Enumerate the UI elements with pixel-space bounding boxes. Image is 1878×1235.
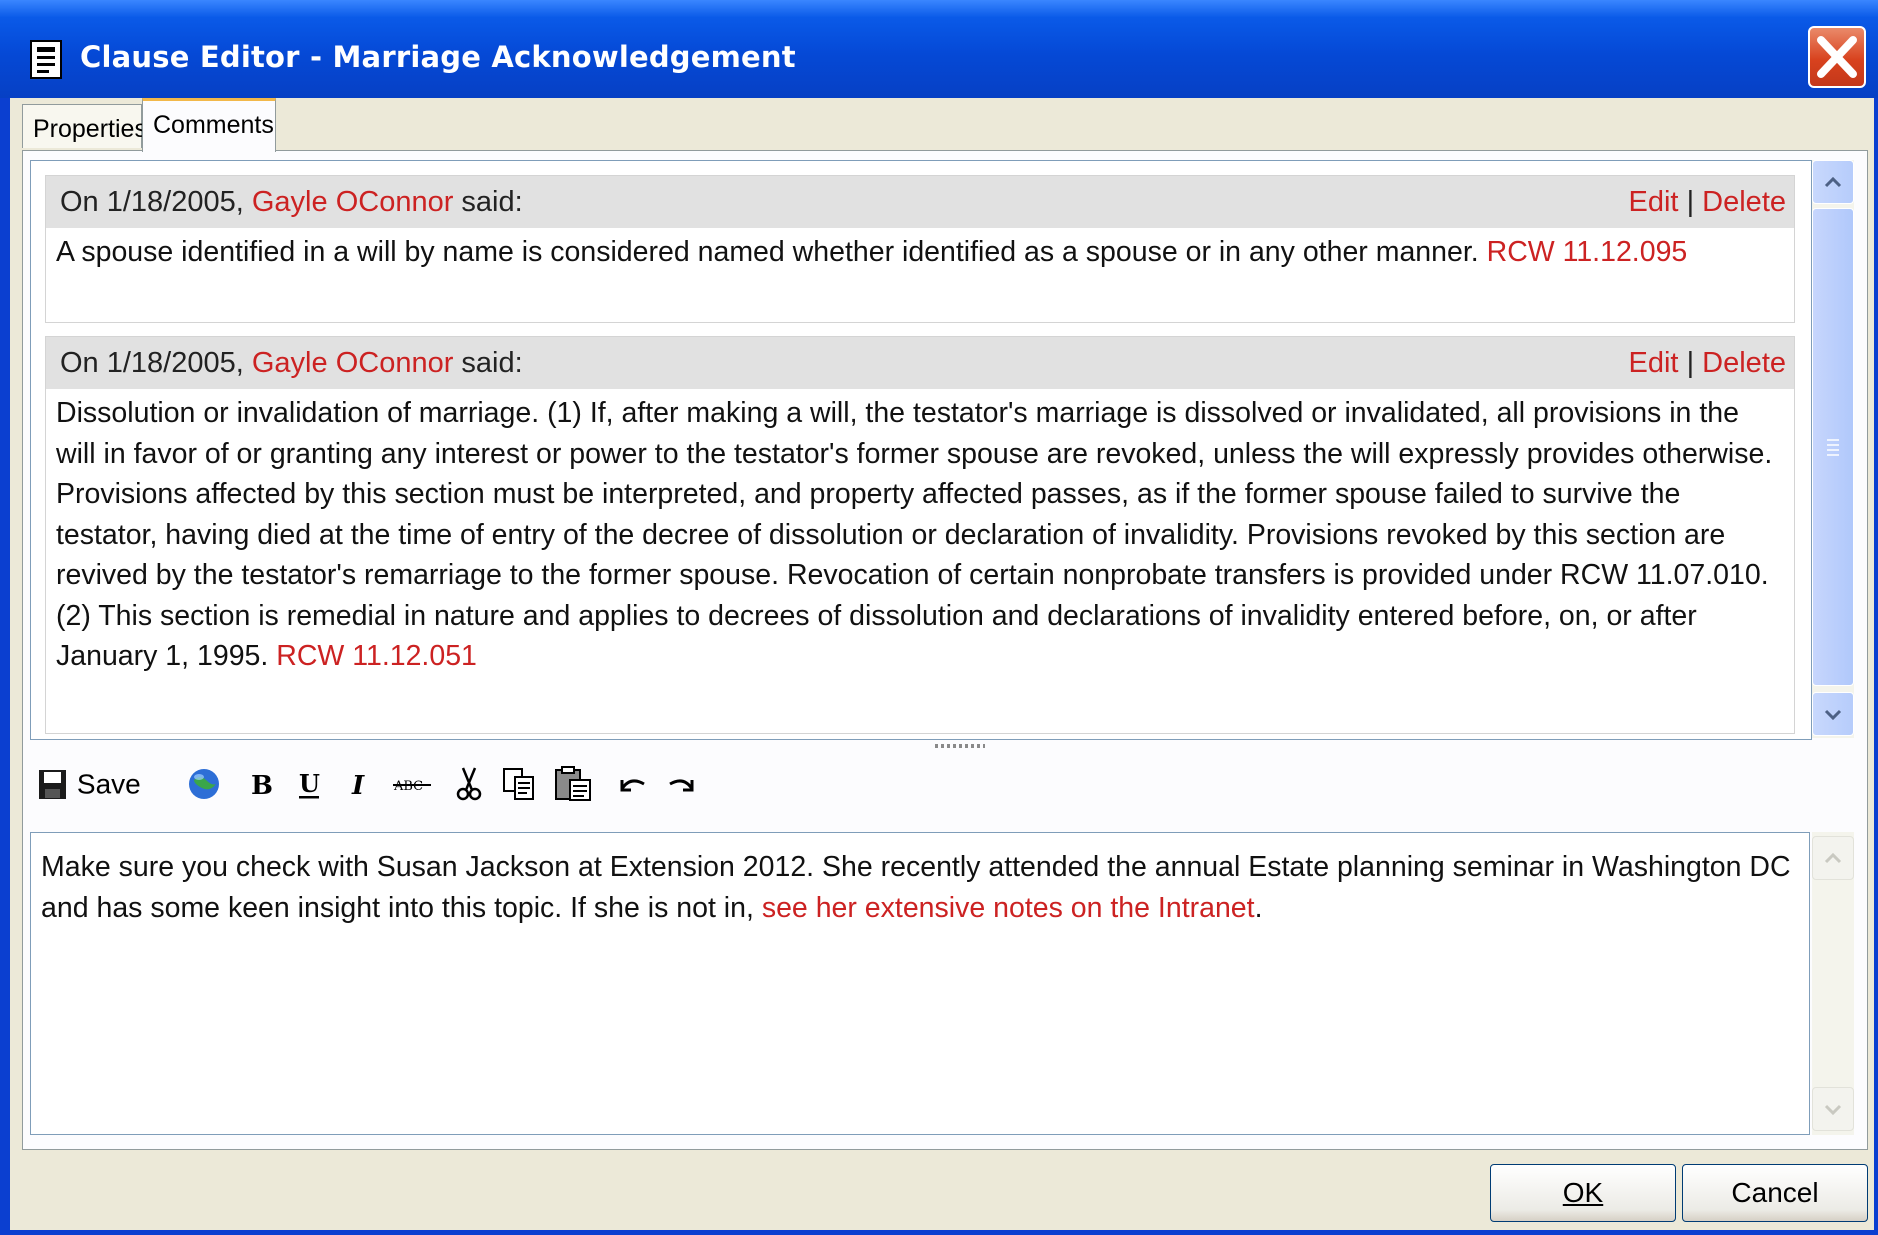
rcw-reference-link[interactable]: RCW 11.12.051 xyxy=(276,640,477,672)
comment-meta: On 1/18/2005, Gayle OConnor said: xyxy=(60,186,523,219)
splitter-grip[interactable] xyxy=(935,744,985,748)
scroll-thumb[interactable] xyxy=(1812,208,1854,686)
comment-item: On 1/18/2005, Gayle OConnor said: Edit |… xyxy=(45,175,1795,323)
save-button[interactable]: Save xyxy=(38,766,148,802)
comment-editor[interactable]: Make sure you check with Susan Jackson a… xyxy=(30,832,1810,1135)
comment-text-body: Dissolution or invalidation of marriage.… xyxy=(56,397,1773,672)
document-icon xyxy=(30,40,62,79)
chevron-up-icon xyxy=(1824,852,1842,864)
comment-date-prefix: On 1/18/2005, xyxy=(60,347,252,379)
scroll-down-button[interactable] xyxy=(1812,692,1854,736)
svg-text:I: I xyxy=(351,771,365,801)
comment-author-link[interactable]: Gayle OConnor xyxy=(252,347,454,379)
editor-scrollbar[interactable] xyxy=(1812,832,1854,1135)
strikethrough-button[interactable]: ABC xyxy=(392,766,432,802)
scroll-up-button[interactable] xyxy=(1812,160,1854,204)
editor-toolbar: Save B U I ABC xyxy=(30,760,1854,810)
redo-icon xyxy=(669,779,694,792)
paste-button[interactable] xyxy=(554,766,594,802)
edit-link[interactable]: Edit xyxy=(1629,347,1679,379)
tab-strip: Properties Comments xyxy=(22,98,1878,154)
chevron-down-icon xyxy=(1824,709,1842,721)
comment-actions: Edit | Delete xyxy=(1629,186,1786,219)
underline-icon: U xyxy=(299,769,320,799)
delete-link[interactable]: Delete xyxy=(1702,186,1786,218)
svg-text:B: B xyxy=(251,771,273,801)
comment-meta: On 1/18/2005, Gayle OConnor said: xyxy=(60,347,523,380)
intranet-notes-link[interactable]: see her extensive notes on the Intranet xyxy=(762,892,1255,924)
ok-label: OK xyxy=(1562,1177,1604,1208)
dialog-window: Clause Editor - Marriage Acknowledgement… xyxy=(0,0,1878,1235)
bold-button[interactable]: B xyxy=(248,766,276,802)
rcw-reference-link[interactable]: RCW 11.12.095 xyxy=(1487,236,1688,268)
chevron-down-icon xyxy=(1824,1104,1842,1116)
comment-header: On 1/18/2005, Gayle OConnor said: Edit |… xyxy=(46,176,1794,228)
copy-button[interactable] xyxy=(502,766,536,802)
comment-author-link[interactable]: Gayle OConnor xyxy=(252,186,454,218)
comment-text-body: A spouse identified in a will by name is… xyxy=(56,236,1479,268)
globe-link-icon xyxy=(189,769,219,799)
comments-scrollbar[interactable] xyxy=(1812,160,1854,738)
italic-icon: I xyxy=(351,771,365,801)
comments-list[interactable]: On 1/18/2005, Gayle OConnor said: Edit |… xyxy=(30,160,1812,740)
undo-icon xyxy=(620,779,645,792)
action-separator: | xyxy=(1686,186,1695,218)
redo-button[interactable] xyxy=(664,766,698,802)
insert-link-button[interactable] xyxy=(186,766,222,802)
tab-properties[interactable]: Properties xyxy=(22,104,147,148)
cut-icon xyxy=(456,767,482,801)
save-icon xyxy=(39,769,66,799)
close-icon xyxy=(1817,36,1857,78)
svg-text:U: U xyxy=(299,769,320,798)
strikethrough-icon: ABC xyxy=(393,779,431,794)
copy-icon xyxy=(503,768,534,800)
pane-splitter[interactable] xyxy=(30,738,1854,758)
paste-icon xyxy=(555,766,591,801)
comment-text: Dissolution or invalidation of marriage.… xyxy=(46,389,1794,683)
window-title: Clause Editor - Marriage Acknowledgement xyxy=(80,40,796,74)
tab-comments[interactable]: Comments xyxy=(142,98,276,152)
chevron-up-icon xyxy=(1824,176,1842,188)
comment-actions: Edit | Delete xyxy=(1629,347,1786,380)
comment-date-prefix: On 1/18/2005, xyxy=(60,186,252,218)
comment-said-suffix: said: xyxy=(453,347,523,379)
editor-scroll-down-button[interactable] xyxy=(1812,1087,1854,1131)
grip-icon xyxy=(1827,439,1839,456)
underline-button[interactable]: U xyxy=(296,766,324,802)
bold-icon: B xyxy=(251,771,273,801)
svg-text:ABC: ABC xyxy=(393,779,423,794)
comment-said-suffix: said: xyxy=(453,186,523,218)
cancel-label: Cancel xyxy=(1731,1177,1819,1208)
italic-button[interactable]: I xyxy=(348,766,376,802)
ok-button[interactable]: OK xyxy=(1490,1164,1676,1222)
delete-link[interactable]: Delete xyxy=(1702,347,1786,379)
action-separator: | xyxy=(1686,347,1695,379)
undo-button[interactable] xyxy=(616,766,650,802)
close-button[interactable] xyxy=(1808,26,1866,88)
comment-text: A spouse identified in a will by name is… xyxy=(46,228,1794,279)
comment-header: On 1/18/2005, Gayle OConnor said: Edit |… xyxy=(46,337,1794,389)
save-label: Save xyxy=(76,768,141,800)
cancel-button[interactable]: Cancel xyxy=(1682,1164,1868,1222)
edit-link[interactable]: Edit xyxy=(1629,186,1679,218)
title-bar[interactable]: Clause Editor - Marriage Acknowledgement xyxy=(0,0,1878,98)
cut-button[interactable] xyxy=(454,766,484,802)
editor-scroll-up-button[interactable] xyxy=(1812,836,1854,880)
editor-text-end: . xyxy=(1254,892,1263,924)
comment-item: On 1/18/2005, Gayle OConnor said: Edit |… xyxy=(45,336,1795,734)
